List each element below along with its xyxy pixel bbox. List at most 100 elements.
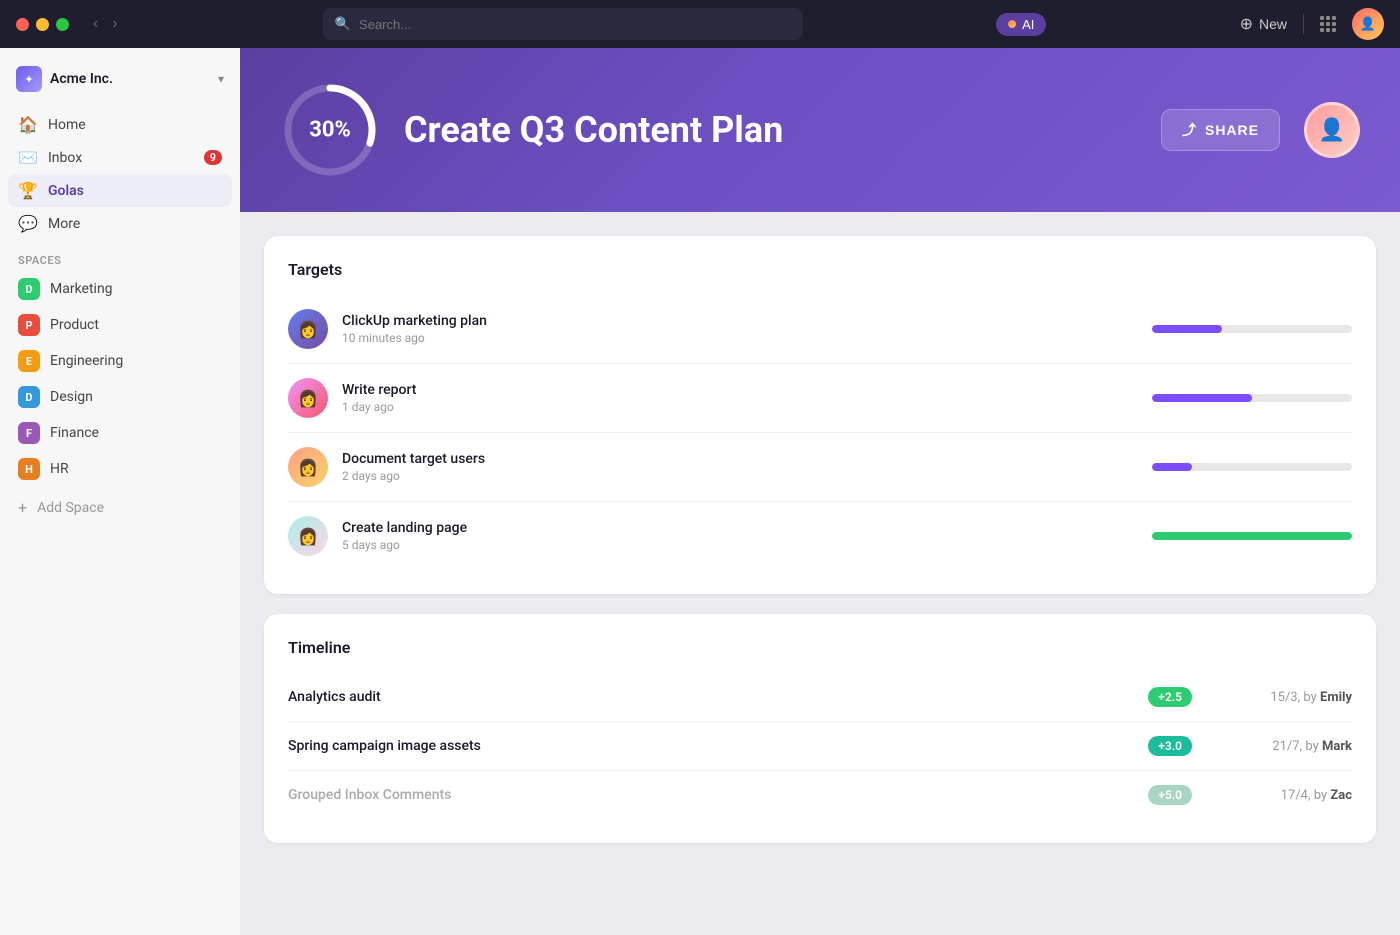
sidebar-item-label: Home: [48, 117, 86, 133]
space-item-finance[interactable]: F Finance: [8, 415, 232, 451]
sidebar-item-label: Inbox: [48, 150, 82, 166]
search-input[interactable]: [359, 17, 791, 32]
target-avatar: 👩: [288, 309, 328, 349]
hero-user-avatar[interactable]: 👤: [1304, 102, 1360, 158]
timeline-item: Spring campaign image assets +3.0 21/7, …: [288, 722, 1352, 771]
sidebar-nav: 🏠 Home ✉️ Inbox 9 🏆 Golas 💬 More: [0, 104, 240, 244]
progress-bar: [1152, 325, 1352, 333]
titlebar: ‹ › 🔍 AI ⊕ New 👤: [0, 0, 1400, 48]
target-avatar: 👩: [288, 378, 328, 418]
hero-title: Create Q3 Content Plan: [404, 109, 1137, 151]
sidebar-item-goals[interactable]: 🏆 Golas: [8, 174, 232, 207]
timeline-item: Grouped Inbox Comments +5.0 17/4, by Zac: [288, 771, 1352, 819]
divider: [1303, 14, 1304, 34]
main-layout: ✦ Acme Inc. ▾ 🏠 Home ✉️ Inbox 9 🏆 Golas …: [0, 48, 1400, 935]
target-info: Document target users 2 days ago: [342, 451, 1138, 483]
goals-icon: 🏆: [18, 181, 38, 200]
timeline-meta: 17/4, by Zac: [1192, 788, 1352, 803]
target-time: 2 days ago: [342, 469, 1138, 483]
close-button[interactable]: [16, 18, 29, 31]
ai-label: AI: [1022, 17, 1034, 32]
target-name: Document target users: [342, 451, 1138, 467]
space-badge-engineering: E: [18, 350, 40, 372]
spaces-list: D Marketing P Product E Engineering D De…: [0, 271, 240, 487]
share-label: SHARE: [1205, 122, 1259, 138]
timeline-item: Analytics audit +2.5 15/3, by Emily: [288, 673, 1352, 722]
space-item-marketing[interactable]: D Marketing: [8, 271, 232, 307]
progress-ring: 30%: [280, 80, 380, 180]
main-content: 30% Create Q3 Content Plan ⤴ SHARE 👤 Tar…: [240, 48, 1400, 935]
space-item-hr[interactable]: H HR: [8, 451, 232, 487]
new-label: New: [1259, 16, 1287, 32]
sidebar-item-label: Golas: [48, 183, 84, 199]
sidebar-item-home[interactable]: 🏠 Home: [8, 108, 232, 141]
progress-fill: [1152, 325, 1222, 333]
add-space-button[interactable]: + Add Space: [0, 491, 240, 524]
add-space-icon: +: [18, 498, 27, 517]
timeline-meta: 21/7, by Mark: [1192, 739, 1352, 754]
progress-percent: 30%: [309, 118, 351, 143]
avatar[interactable]: 👤: [1352, 8, 1384, 40]
add-space-label: Add Space: [37, 500, 104, 516]
progress-bar: [1152, 532, 1352, 540]
space-label: Design: [50, 389, 93, 405]
workspace-header[interactable]: ✦ Acme Inc. ▾: [0, 60, 240, 104]
ai-button[interactable]: AI: [996, 13, 1046, 36]
chevron-down-icon: ▾: [218, 72, 224, 86]
space-badge-product: P: [18, 314, 40, 336]
search-bar[interactable]: 🔍: [323, 8, 803, 40]
forward-button[interactable]: ›: [108, 13, 121, 35]
timeline-title: Timeline: [288, 638, 1352, 657]
targets-card: Targets 👩 ClickUp marketing plan 10 minu…: [264, 236, 1376, 594]
maximize-button[interactable]: [56, 18, 69, 31]
timeline-badge: +5.0: [1148, 785, 1192, 805]
progress-fill: [1152, 463, 1192, 471]
timeline-badge: +3.0: [1148, 736, 1192, 756]
target-item: 👩 Document target users 2 days ago: [288, 433, 1352, 502]
workspace-name: Acme Inc.: [50, 71, 210, 87]
new-button[interactable]: ⊕ New: [1240, 14, 1287, 34]
titlebar-right: ⊕ New 👤: [1240, 8, 1384, 40]
content-area: Targets 👩 ClickUp marketing plan 10 minu…: [240, 212, 1400, 935]
nav-arrows: ‹ ›: [89, 13, 122, 35]
space-item-design[interactable]: D Design: [8, 379, 232, 415]
workspace-logo: ✦: [16, 66, 42, 92]
space-label: Finance: [50, 425, 99, 441]
minimize-button[interactable]: [36, 18, 49, 31]
progress-bar: [1152, 394, 1352, 402]
target-time: 5 days ago: [342, 538, 1138, 552]
target-avatar: 👩: [288, 516, 328, 556]
target-item: 👩 ClickUp marketing plan 10 minutes ago: [288, 295, 1352, 364]
sidebar-item-inbox[interactable]: ✉️ Inbox 9: [8, 141, 232, 174]
timeline-name: Analytics audit: [288, 689, 1138, 705]
timeline-name: Spring campaign image assets: [288, 738, 1138, 754]
sidebar-item-more[interactable]: 💬 More: [8, 207, 232, 240]
target-info: ClickUp marketing plan 10 minutes ago: [342, 313, 1138, 345]
timeline-name: Grouped Inbox Comments: [288, 787, 1138, 803]
space-label: Marketing: [50, 281, 113, 297]
share-icon: ⤴: [1182, 120, 1197, 140]
space-label: HR: [50, 461, 69, 477]
inbox-icon: ✉️: [18, 148, 38, 167]
ai-dot-icon: [1008, 20, 1016, 28]
new-plus-icon: ⊕: [1240, 14, 1253, 34]
sidebar: ✦ Acme Inc. ▾ 🏠 Home ✉️ Inbox 9 🏆 Golas …: [0, 48, 240, 935]
space-item-product[interactable]: P Product: [8, 307, 232, 343]
timeline-card: Timeline Analytics audit +2.5 15/3, by E…: [264, 614, 1376, 843]
target-name: Create landing page: [342, 520, 1138, 536]
space-label: Product: [50, 317, 99, 333]
space-item-engineering[interactable]: E Engineering: [8, 343, 232, 379]
share-button[interactable]: ⤴ SHARE: [1161, 109, 1280, 151]
target-name: Write report: [342, 382, 1138, 398]
target-time: 1 day ago: [342, 400, 1138, 414]
grid-icon[interactable]: [1320, 16, 1336, 32]
timeline-badge: +2.5: [1148, 687, 1192, 707]
target-item: 👩 Create landing page 5 days ago: [288, 502, 1352, 570]
target-time: 10 minutes ago: [342, 331, 1138, 345]
progress-fill: [1152, 394, 1252, 402]
more-icon: 💬: [18, 214, 38, 233]
search-icon: 🔍: [335, 17, 351, 32]
space-label: Engineering: [50, 353, 123, 369]
traffic-lights: [16, 18, 69, 31]
back-button[interactable]: ‹: [89, 13, 102, 35]
